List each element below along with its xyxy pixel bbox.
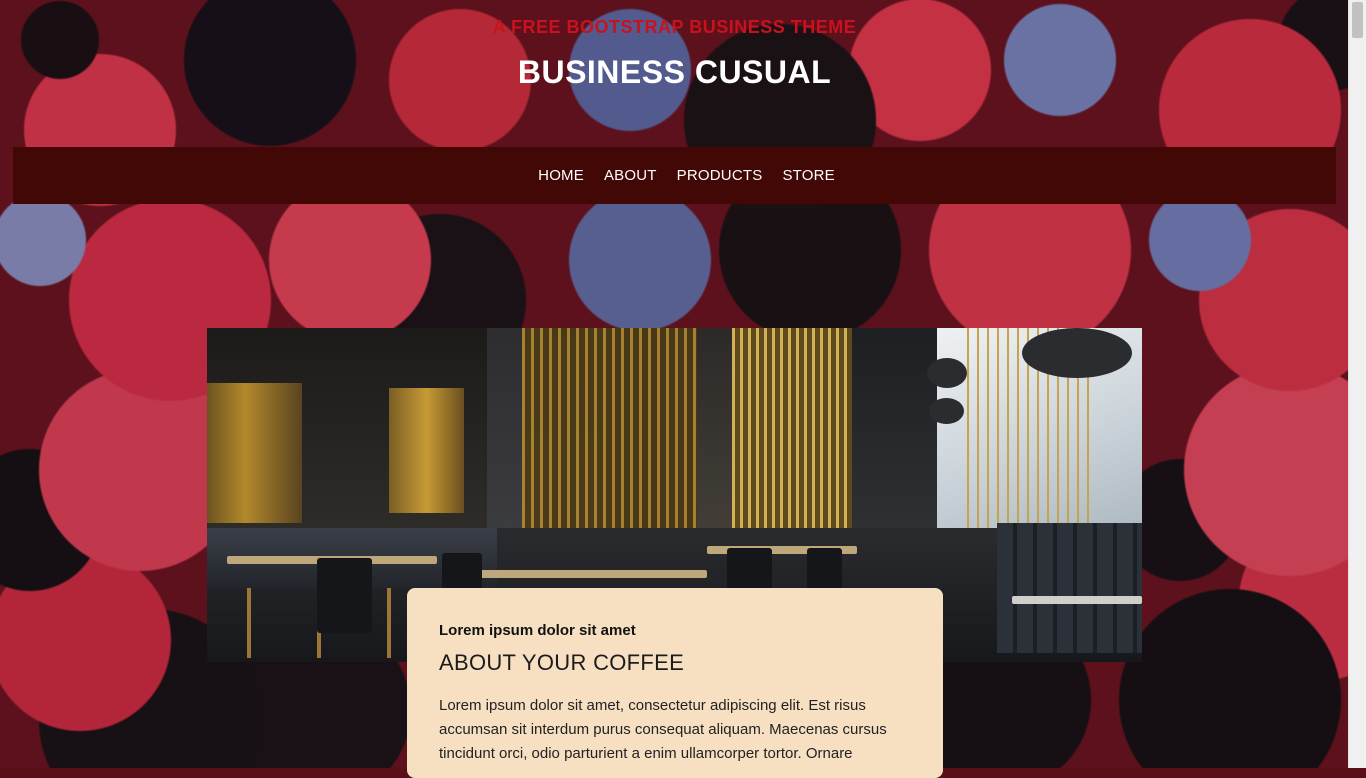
nav-home-link[interactable]: HOME: [538, 167, 584, 184]
scrollbar-thumb[interactable]: [1352, 2, 1363, 38]
nav-products-link[interactable]: PRODUCTS: [677, 167, 763, 184]
card-title: ABOUT YOUR COFFEE: [439, 650, 685, 675]
site-tagline: A FREE BOOTSTRAP BUSINESS THEME: [492, 17, 857, 37]
main-navbar: HOME ABOUT PRODUCTS STORE: [13, 147, 1336, 204]
card-body-text: Lorem ipsum dolor sit amet, consectetur …: [439, 697, 887, 762]
nav-about-link[interactable]: ABOUT: [604, 167, 657, 184]
site-title: BUSINESS CUSUAL: [517, 54, 832, 90]
about-coffee-card: Lorem ipsum dolor sit amet ABOUT YOUR CO…: [407, 588, 943, 778]
nav-store-link[interactable]: STORE: [782, 167, 834, 184]
nav-links: HOME ABOUT PRODUCTS STORE: [514, 167, 835, 184]
page-scrollbar[interactable]: [1348, 0, 1366, 768]
card-subtitle: Lorem ipsum dolor sit amet: [439, 622, 636, 639]
